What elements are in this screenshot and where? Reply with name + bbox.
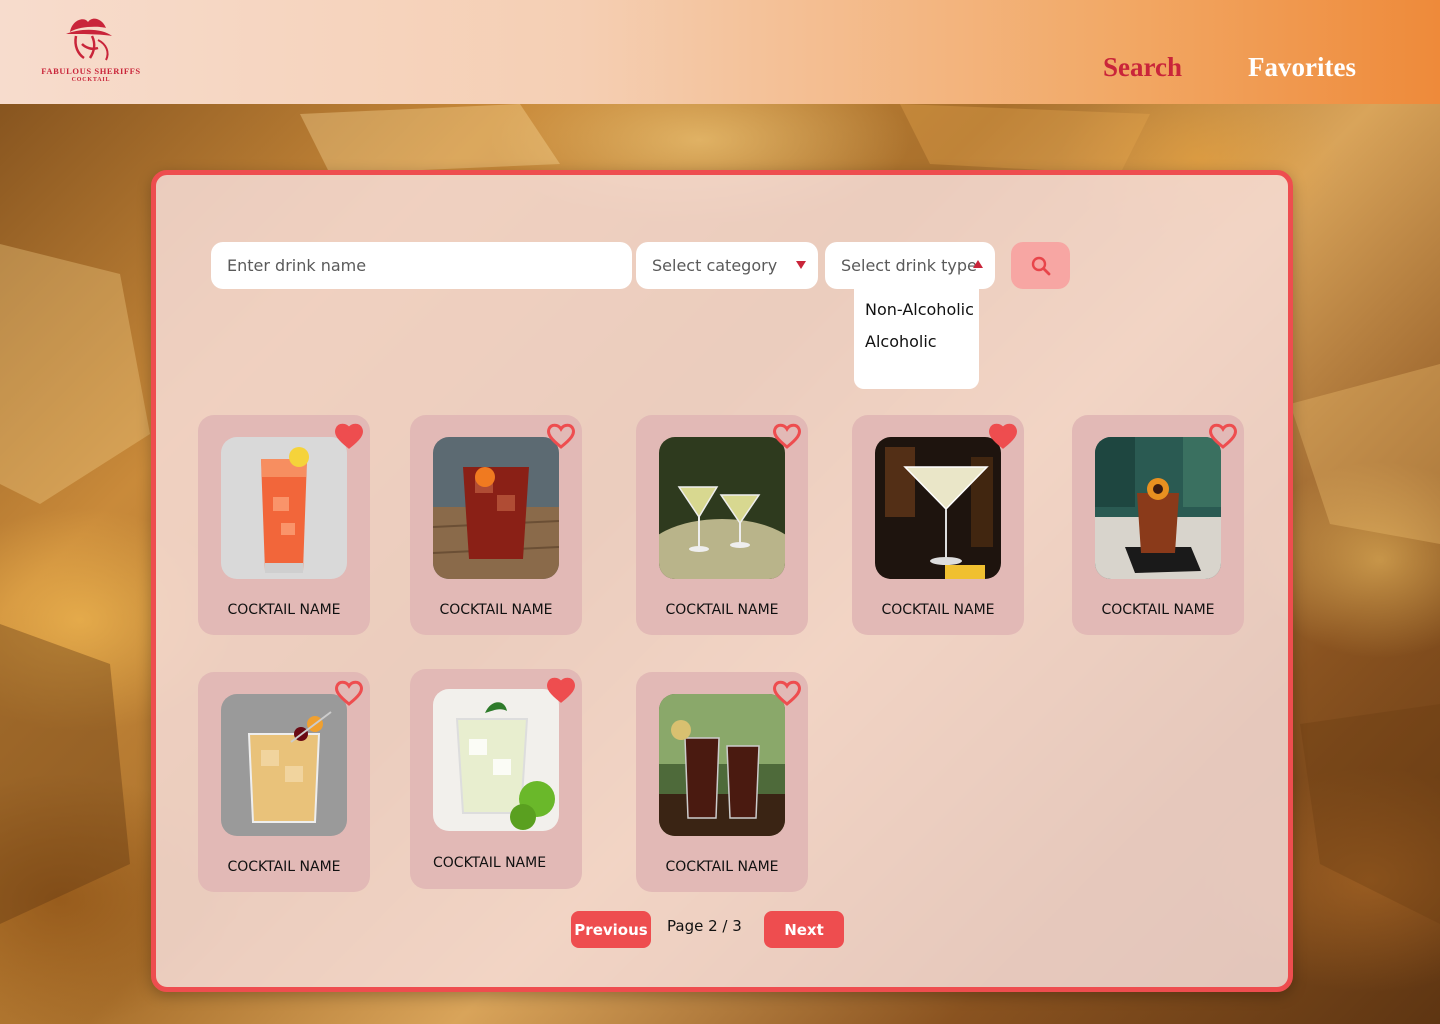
brand-logo[interactable]: FABULOUS SHERIFFS COCKTAIL <box>36 14 146 88</box>
brand-name: FABULOUS SHERIFFS <box>41 66 141 76</box>
cocktail-image <box>659 437 785 579</box>
sheriff-hat-icon <box>66 18 112 61</box>
cocktail-image <box>221 437 347 579</box>
cocktail-name: COCKTAIL NAME <box>665 602 779 618</box>
cocktail-image <box>875 437 1001 579</box>
cocktail-card[interactable]: COCKTAIL NAME <box>852 415 1024 635</box>
heart-icon[interactable] <box>772 680 802 706</box>
cocktail-image <box>221 694 347 836</box>
cocktail-name: COCKTAIL NAME <box>227 602 341 618</box>
heart-icon[interactable] <box>1208 423 1238 449</box>
cocktail-card[interactable]: COCKTAIL NAME <box>636 415 808 635</box>
brand-subtitle: COCKTAIL <box>71 77 111 83</box>
search-icon <box>1031 256 1050 275</box>
cocktail-image <box>1095 437 1221 579</box>
nav-search-link[interactable]: Search <box>1103 52 1182 83</box>
previous-page-button[interactable]: Previous <box>571 911 651 948</box>
drink-name-input[interactable] <box>227 256 632 275</box>
heart-icon[interactable] <box>334 423 364 449</box>
drink-type-select[interactable]: Select drink type <box>825 242 995 289</box>
cocktail-card[interactable]: COCKTAIL NAME <box>198 672 370 892</box>
heart-icon[interactable] <box>334 680 364 706</box>
chevron-down-icon <box>796 261 806 269</box>
cocktail-name: COCKTAIL NAME <box>665 859 779 875</box>
chevron-up-icon <box>973 260 983 268</box>
drink-type-select-label: Select drink type <box>841 256 977 275</box>
cocktail-name: COCKTAIL NAME <box>433 855 547 871</box>
heart-icon[interactable] <box>546 677 576 703</box>
next-page-button[interactable]: Next <box>764 911 844 948</box>
dropdown-option-non-alcoholic[interactable]: Non-Alcoholic <box>865 300 974 319</box>
cocktail-image <box>433 437 559 579</box>
top-header: FABULOUS SHERIFFS COCKTAIL Search Favori… <box>0 0 1440 104</box>
drink-type-dropdown: Non-Alcoholic Alcoholic <box>854 289 979 389</box>
nav-favorites-link[interactable]: Favorites <box>1248 52 1356 83</box>
cocktail-card[interactable]: COCKTAIL NAME <box>1072 415 1244 635</box>
heart-icon[interactable] <box>546 423 576 449</box>
dropdown-option-alcoholic[interactable]: Alcoholic <box>865 332 937 351</box>
heart-icon[interactable] <box>988 423 1018 449</box>
category-select-label: Select category <box>652 256 778 275</box>
cocktail-name: COCKTAIL NAME <box>439 602 553 618</box>
cocktail-card[interactable]: COCKTAIL NAME <box>410 415 582 635</box>
drink-name-field[interactable] <box>211 242 632 289</box>
search-panel: Select category Select drink type Non-Al… <box>151 170 1293 992</box>
cocktail-card[interactable]: COCKTAIL NAME <box>410 669 582 889</box>
category-select[interactable]: Select category <box>636 242 818 289</box>
cocktail-name: COCKTAIL NAME <box>227 859 341 875</box>
page-indicator: Page 2 / 3 <box>667 917 742 935</box>
cocktail-image <box>659 694 785 836</box>
cocktail-card[interactable]: COCKTAIL NAME <box>636 672 808 892</box>
cocktail-image <box>433 689 559 831</box>
cocktail-name: COCKTAIL NAME <box>881 602 995 618</box>
search-button[interactable] <box>1011 242 1070 289</box>
heart-icon[interactable] <box>772 423 802 449</box>
cocktail-name: COCKTAIL NAME <box>1101 602 1215 618</box>
cocktail-card[interactable]: COCKTAIL NAME <box>198 415 370 635</box>
